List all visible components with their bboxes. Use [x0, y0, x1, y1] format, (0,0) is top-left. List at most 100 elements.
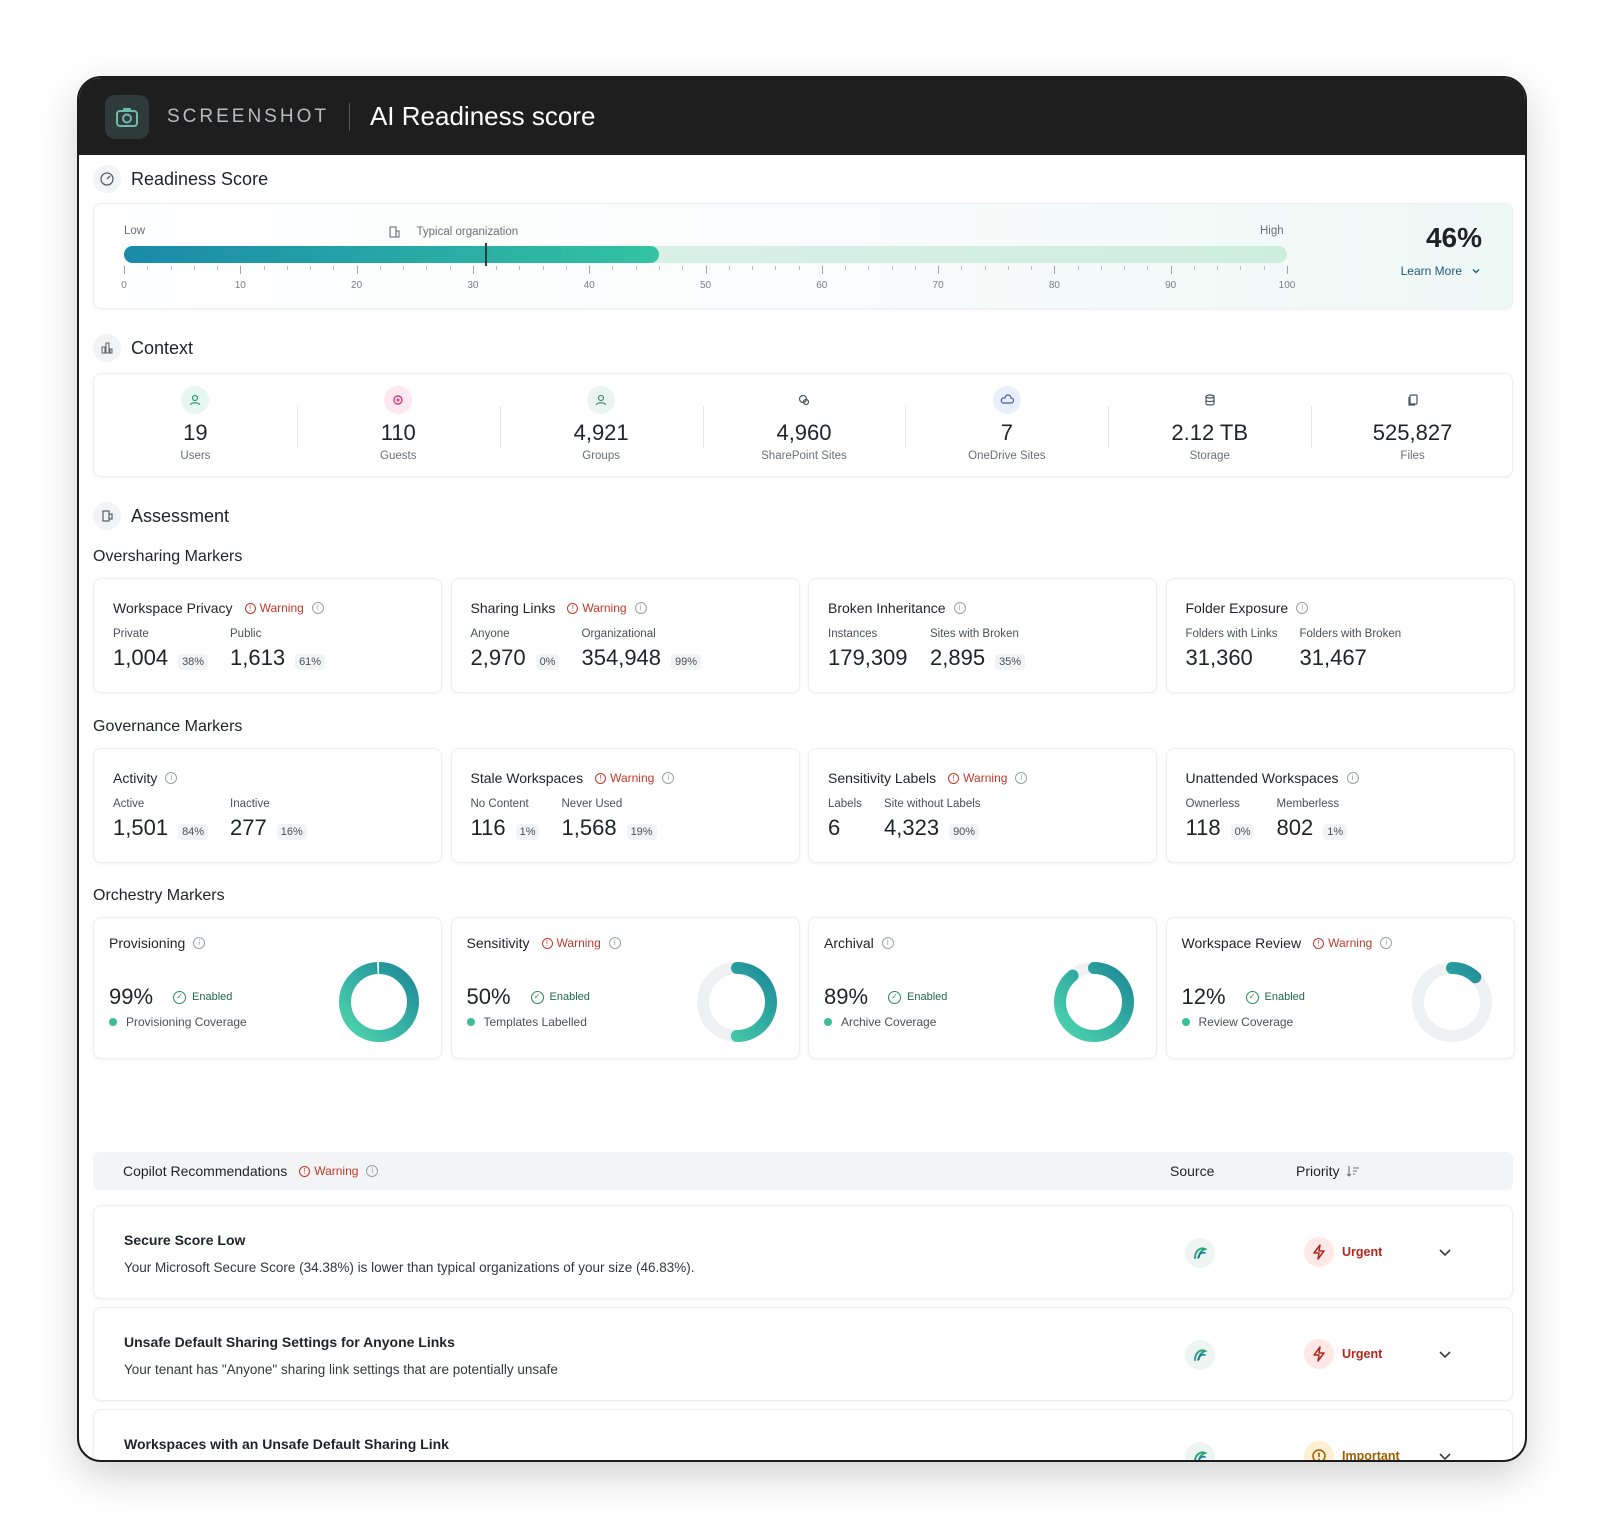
metric-percent: 61%	[295, 654, 326, 670]
group-icon	[587, 386, 616, 414]
info-icon[interactable]: i	[634, 602, 647, 614]
warning-icon: !	[299, 1165, 311, 1177]
learn-more-link[interactable]: Learn More	[1401, 264, 1482, 278]
warning-badge: ! Warning	[595, 771, 654, 785]
metric-value: 1,613	[230, 645, 286, 670]
metric-value-row: 2,970 0%	[471, 645, 560, 671]
readiness-heading: Readiness Score	[93, 165, 268, 193]
legend-dot	[1181, 1018, 1190, 1026]
info-icon[interactable]: i	[662, 772, 675, 784]
expand-chevron-icon[interactable]	[1433, 1342, 1457, 1366]
expand-chevron-icon[interactable]	[1433, 1444, 1457, 1460]
context-value: 7	[1000, 420, 1013, 445]
bar-chart-icon	[93, 334, 121, 362]
info-icon[interactable]: i	[608, 937, 621, 949]
info-icon[interactable]: i	[1015, 772, 1028, 784]
priority-text: Urgent	[1342, 1245, 1383, 1259]
metric-value: 118	[1185, 815, 1221, 840]
source-column-header: Source	[1170, 1163, 1215, 1179]
marker-title-text: Stale Workspaces	[470, 770, 584, 786]
marker-title: Sensitivity Labels! Warning i	[828, 770, 1028, 786]
metric-label: Public	[230, 628, 262, 640]
metric-value: 179,309	[828, 645, 908, 670]
context-stat-sharepoint-sites: 4,960 SharePoint Sites	[703, 374, 906, 478]
metric-value: 354,948	[581, 645, 662, 670]
metric-percent: 1%	[515, 824, 540, 840]
tick-mark	[775, 266, 777, 270]
context-value: 4,921	[573, 420, 629, 445]
warning-icon: !	[244, 602, 256, 614]
marker-card-folder-exposure[interactable]: Folder Exposure i Folders with Links 31,360…	[1165, 578, 1515, 693]
info-icon[interactable]: i	[193, 937, 206, 949]
tick-mark	[333, 266, 335, 270]
metric-percent: 19%	[626, 824, 657, 840]
info-icon[interactable]: i	[881, 937, 894, 949]
marker-card-sensitivity-labels[interactable]: Sensitivity Labels! Warning i Labels 6 Site w…	[808, 748, 1157, 863]
orchestry-coverage: Provisioning Coverage	[109, 1015, 247, 1029]
orchestry-value-row: 12% ✓ Enabled	[1182, 984, 1305, 1010]
marker-card-stale-workspaces[interactable]: Stale Workspaces! Warning i No Content 116 1%…	[450, 748, 800, 863]
assessment-heading: Assessment	[93, 502, 229, 530]
info-icon[interactable]: i	[1296, 602, 1309, 614]
info-icon[interactable]: i	[1380, 937, 1393, 949]
typical-organization-text: Typical organization	[416, 226, 519, 238]
tick-mark	[1263, 266, 1265, 270]
tick-mark	[635, 266, 637, 270]
recommendation-row[interactable]: Unsafe Default Sharing Settings for Anyo…	[93, 1307, 1513, 1401]
orchestry-title: Archival i	[824, 935, 894, 951]
marker-card-unattended-workspaces[interactable]: Unattended Workspaces i Ownerless 118 0% Memb…	[1165, 748, 1515, 863]
sharepoint-icon	[789, 386, 818, 414]
metric-value-row: 6	[828, 815, 862, 841]
recommendation-row[interactable]: Secure Score Low Your Microsoft Secure Sc…	[93, 1205, 1513, 1299]
warning-text: Warning	[582, 601, 627, 615]
marker-card-activity[interactable]: Activity i Active 1,501 84% Inactive 277 16%	[93, 748, 442, 863]
context-stat-users: 19 Users	[94, 374, 297, 478]
tick-mark	[752, 266, 754, 270]
marker-title: Stale Workspaces ! Warning i	[471, 770, 675, 786]
orchestry-card-workspace-review[interactable]: Workspace Review! Warning i 12% ✓ Enabled Revi…	[1165, 917, 1515, 1059]
priority-badge: Urgent	[1304, 1237, 1382, 1267]
tick-mark	[1147, 266, 1149, 270]
chevron-down-icon	[1472, 269, 1480, 274]
tick-mark	[658, 266, 660, 270]
enabled-badge: ✓ Enabled	[530, 990, 590, 1004]
metric-percent: 84%	[178, 824, 209, 840]
sort-icon[interactable]	[1346, 1164, 1360, 1178]
info-icon[interactable]: i	[366, 1165, 379, 1177]
recommendation-row[interactable]: Workspaces with an Unsafe Default Sharin…	[93, 1409, 1513, 1460]
context-label: Users	[180, 450, 211, 462]
marker-metric: Labels 6	[828, 798, 862, 841]
context-divider	[499, 406, 501, 448]
expand-chevron-icon[interactable]	[1433, 1240, 1457, 1264]
metric-label: Site without Labels	[884, 798, 981, 810]
metric-value-row: 1,501 84%	[113, 815, 209, 841]
donut-arc	[339, 962, 419, 1042]
tick-label: 80	[1048, 280, 1060, 291]
info-icon[interactable]: i	[311, 602, 324, 614]
info-icon[interactable]: i	[953, 602, 966, 614]
context-divider	[1311, 406, 1313, 448]
info-icon[interactable]: i	[165, 772, 178, 784]
orchestry-card-provisioning[interactable]: Provisioning i 99% ✓ Enabled Provisioning Cov…	[93, 917, 442, 1059]
metric-value-row: 31,467	[1300, 645, 1402, 671]
marker-card-workspace-privacy[interactable]: Workspace Privacy! Warning i Private 1,004 38…	[93, 578, 442, 693]
priority-badge: Important	[1304, 1441, 1400, 1460]
context-divider	[296, 406, 298, 448]
marker-card-broken-inheritance[interactable]: Broken Inheritance i Instances 179,309 Sites…	[808, 578, 1157, 693]
enabled-text: Enabled	[907, 991, 948, 1003]
brand-label: SCREENSHOT	[167, 105, 329, 127]
orchestry-card-sensitivity[interactable]: Sensitivity! Warning i 50% ✓ Enabled Templates…	[450, 917, 800, 1059]
priority-column-header[interactable]: Priority	[1296, 1163, 1360, 1179]
tick-mark	[542, 266, 544, 270]
info-icon[interactable]: i	[1346, 772, 1359, 784]
tick-mark	[472, 266, 474, 274]
metric-value: 1,501	[113, 815, 169, 840]
guest-icon	[384, 386, 413, 414]
typical-organization-label: Typical organization	[387, 225, 519, 239]
orchestry-card-archival[interactable]: Archival i 89% ✓ Enabled Archive Coverage	[808, 917, 1157, 1059]
marker-card-sharing-links[interactable]: Sharing Links! Warning i Anyone 2,970 0% Organ…	[450, 578, 800, 693]
recommendation-title: Unsafe Default Sharing Settings for Anyo…	[124, 1334, 455, 1350]
marker-title-text: Workspace Privacy	[113, 600, 233, 616]
marker-metric: Active 1,501 84%	[113, 798, 209, 841]
warning-icon: !	[595, 772, 607, 784]
